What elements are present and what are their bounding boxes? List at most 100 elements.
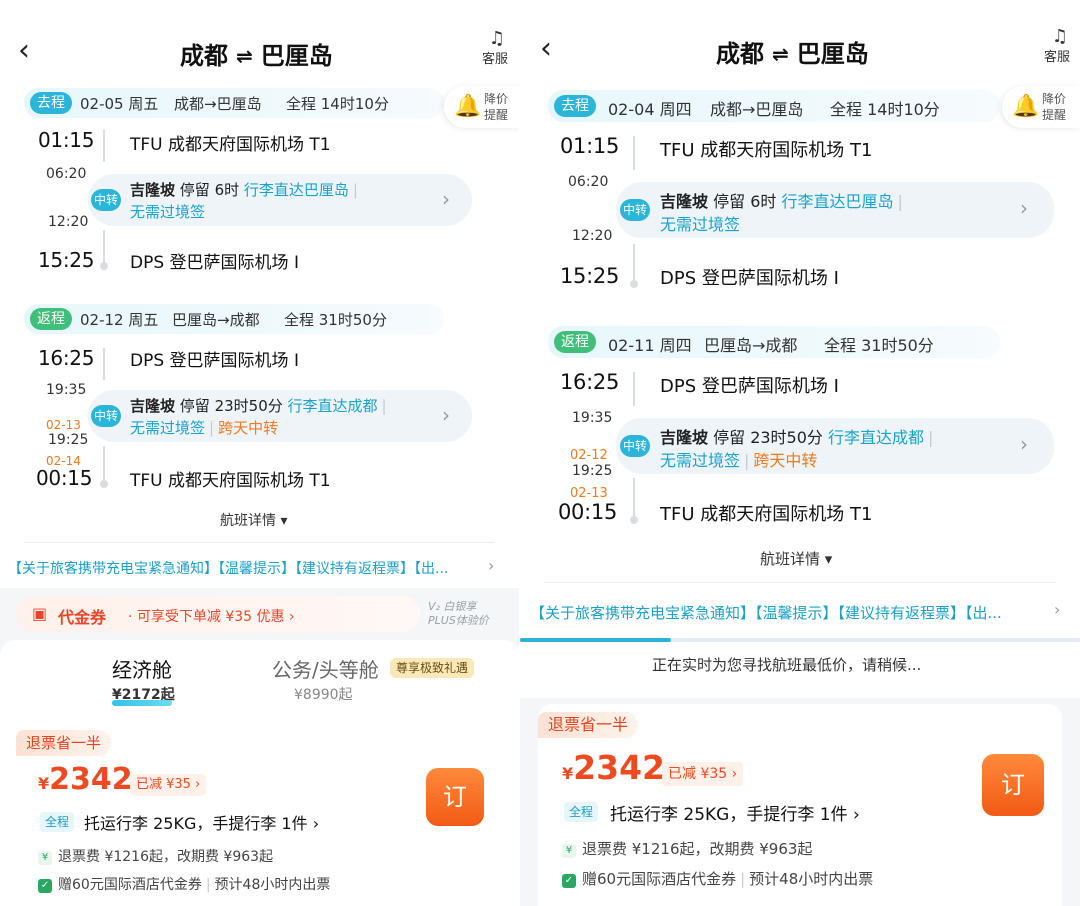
price-alert-label-1: 降价 xyxy=(484,92,509,106)
caret-down-icon: ▾ xyxy=(824,550,833,568)
return-duration: 全程 31时50分 xyxy=(284,311,387,329)
separator: | xyxy=(209,419,215,437)
chevron-right-icon: › xyxy=(442,187,450,211)
return-transfer-depart-date: 02-13 xyxy=(46,418,81,432)
swap-icon[interactable]: ⇌ xyxy=(236,44,253,68)
transfer-city: 吉隆坡 xyxy=(660,192,709,211)
outbound-tag: 去程 xyxy=(30,92,72,114)
price-currency: ¥ xyxy=(562,764,574,783)
return-transfer-depart-time: 19:25 xyxy=(572,463,613,479)
notice-bar[interactable]: 【关于旅客携带充电宝紧急通知】【温馨提示】【建议持有返程票】【出... › xyxy=(520,584,1080,634)
customer-service-label: 客服 xyxy=(1044,50,1071,65)
divider xyxy=(24,542,494,543)
check-icon: ✓ xyxy=(562,874,576,888)
return-departure-airport: DPS 登巴萨国际机场 I xyxy=(660,376,839,397)
fee-info: 退票费 ¥1216起，改期费 ¥963起 xyxy=(582,840,813,858)
outbound-tag: 去程 xyxy=(554,95,596,117)
separator: | xyxy=(740,870,746,888)
back-button[interactable]: ‹ xyxy=(18,36,30,66)
return-arrival-airport: TFU 成都天府国际机场 T1 xyxy=(130,471,331,491)
notice-bar[interactable]: 【关于旅客携带充电宝紧急通知】【温馨提示】【建议持有返程票】【出... › xyxy=(0,544,520,588)
separator: | xyxy=(928,428,934,447)
timeline-line xyxy=(103,130,105,162)
outbound-transfer-info[interactable]: 中转 吉隆坡 停留 6时 行李直达巴厘岛 | 无需过境签 › xyxy=(88,174,472,226)
return-transfer-info[interactable]: 中转 吉隆坡 停留 23时50分 行李直达成都 | 无需过境签 | 跨天中转 › xyxy=(616,418,1054,474)
outbound-arrival-airport: DPS 登巴萨国际机场 I xyxy=(130,253,299,273)
outbound-transfer-depart-time: 12:20 xyxy=(48,214,89,230)
refund-tag: 退票省一半 xyxy=(538,712,639,738)
book-button[interactable]: 订 xyxy=(426,768,484,826)
outbound-transfer-arrive-time: 06:20 xyxy=(568,174,609,190)
return-transfer-depart-date: 02-12 xyxy=(570,448,608,463)
coupon-banner[interactable]: ▣ 代金券 · 可享受下单减 ¥35 优惠 › xyxy=(16,596,420,632)
coupon-desc: · 可享受下单减 ¥35 优惠 › xyxy=(128,609,295,625)
progress-fill xyxy=(520,638,672,642)
baggage-info[interactable]: 托运行李 25KG，手提行李 1件 › xyxy=(610,800,860,825)
ticketing-info: 预计48小时内出票 xyxy=(214,877,331,893)
flight-details-toggle[interactable]: 航班详情 ▾ xyxy=(760,548,832,569)
timeline-line xyxy=(103,446,105,482)
outbound-arrival-time: 15:25 xyxy=(38,248,95,272)
chevron-right-icon: › xyxy=(1020,432,1028,456)
timeline-dot xyxy=(630,516,638,524)
swap-icon[interactable]: ⇌ xyxy=(772,42,789,66)
book-button[interactable]: 订 xyxy=(982,754,1044,816)
price-alert-button[interactable]: 🔔 降价 提醒 xyxy=(444,86,520,128)
timeline-dot xyxy=(100,262,108,270)
transfer-visa: 无需过境签 xyxy=(130,419,206,437)
bell-icon: 🔔 xyxy=(454,94,482,119)
timeline-line xyxy=(633,372,635,406)
refund-tag: 退票省一半 xyxy=(16,730,112,756)
vip-line-1: V₂ 白银享 xyxy=(428,600,477,613)
baggage-info[interactable]: 托运行李 25KG，手提行李 1件 › xyxy=(84,810,319,834)
check-icon: ✓ xyxy=(38,879,52,893)
transfer-baggage: 行李直达成都 xyxy=(828,428,925,447)
return-date: 02-12 周五 xyxy=(80,311,159,329)
transfer-overnight: 跨天中转 xyxy=(218,419,279,437)
return-transfer-arrive-time: 19:35 xyxy=(572,410,613,426)
chevron-right-icon: › xyxy=(1054,600,1061,619)
customer-service-button[interactable]: ♫ 客服 xyxy=(482,30,512,68)
origin-city: 成都 xyxy=(716,40,764,68)
fare-card: 退票省一半 ¥2342 已减 ¥35 › 订 全程 托运行李 25KG，手提行李… xyxy=(16,730,504,906)
return-header: 返程 02-12 周五 巴厘岛→成都 全程 31时50分 xyxy=(24,304,444,334)
customer-service-button[interactable]: ♫ 客服 xyxy=(1044,28,1076,66)
return-transfer-info[interactable]: 中转 吉隆坡 停留 23时50分 行李直达成都 | 无需过境签 | 跨天中转 › xyxy=(88,390,472,442)
tab-business-first[interactable]: 公务/头等舱 xyxy=(272,654,379,683)
return-arrival-airport: TFU 成都天府国际机场 T1 xyxy=(660,504,873,525)
itinerary-card: 去程 02-04 周四 成都→巴厘岛 全程 14时10分 🔔 降价 提醒 01:… xyxy=(520,84,1080,584)
transfer-stay: 停留 6时 xyxy=(179,181,240,199)
outbound-transfer-info[interactable]: 中转 吉隆坡 停留 6时 行李直达巴厘岛 | 无需过境签 › xyxy=(616,182,1054,238)
outbound-route: 成都→巴厘岛 xyxy=(174,95,262,113)
return-date: 02-11 周四 xyxy=(608,336,692,355)
timeline-line xyxy=(633,478,635,518)
bell-icon: 🔔 xyxy=(1012,94,1040,119)
vip-line-2: PLUS体验价 xyxy=(428,614,489,627)
cabin-card: 经济舱 ¥2172起 公务/头等舱 尊享极致礼遇 ¥8990起 退票省一半 ¥2… xyxy=(0,640,520,906)
separator: | xyxy=(897,192,903,211)
outbound-header: 去程 02-05 周五 成都→巴厘岛 全程 14时10分 xyxy=(24,88,444,118)
transfer-overnight: 跨天中转 xyxy=(753,451,818,470)
transfer-baggage: 行李直达成都 xyxy=(287,397,378,415)
return-arrival-time: 00:15 xyxy=(558,500,618,524)
price-alert-button[interactable]: 🔔 降价 提醒 xyxy=(1002,86,1080,128)
separator: | xyxy=(744,451,750,470)
divider xyxy=(544,582,1056,583)
notice-text: 【关于旅客携带充电宝紧急通知】【温馨提示】【建议持有返程票】【出... xyxy=(530,604,1002,622)
timeline-line xyxy=(633,136,635,170)
price-alert-label-1: 降价 xyxy=(1042,92,1067,106)
timeline-line xyxy=(103,348,105,380)
price-currency: ¥ xyxy=(38,774,50,793)
return-route: 巴厘岛→成都 xyxy=(172,311,260,329)
return-transfer-arrive-time: 19:35 xyxy=(46,382,87,398)
return-transfer-depart-time: 19:25 xyxy=(48,432,89,448)
destination-city: 巴厘岛 xyxy=(260,42,333,70)
flight-details-toggle[interactable]: 航班详情 ▾ xyxy=(220,510,287,530)
tab-economy[interactable]: 经济舱 xyxy=(112,654,172,683)
timeline-dot xyxy=(100,480,108,488)
discount-badge[interactable]: 已减 ¥35 › xyxy=(662,762,744,786)
transfer-city: 吉隆坡 xyxy=(130,181,176,199)
back-button[interactable]: ‹ xyxy=(540,34,552,64)
right-screenshot: ‹ 成都 ⇌ 巴厘岛 ♫ 客服 去程 02-04 周四 成都→巴厘岛 全程 14时1… xyxy=(520,0,1080,906)
discount-badge[interactable]: 已减 ¥35 › xyxy=(130,774,207,796)
